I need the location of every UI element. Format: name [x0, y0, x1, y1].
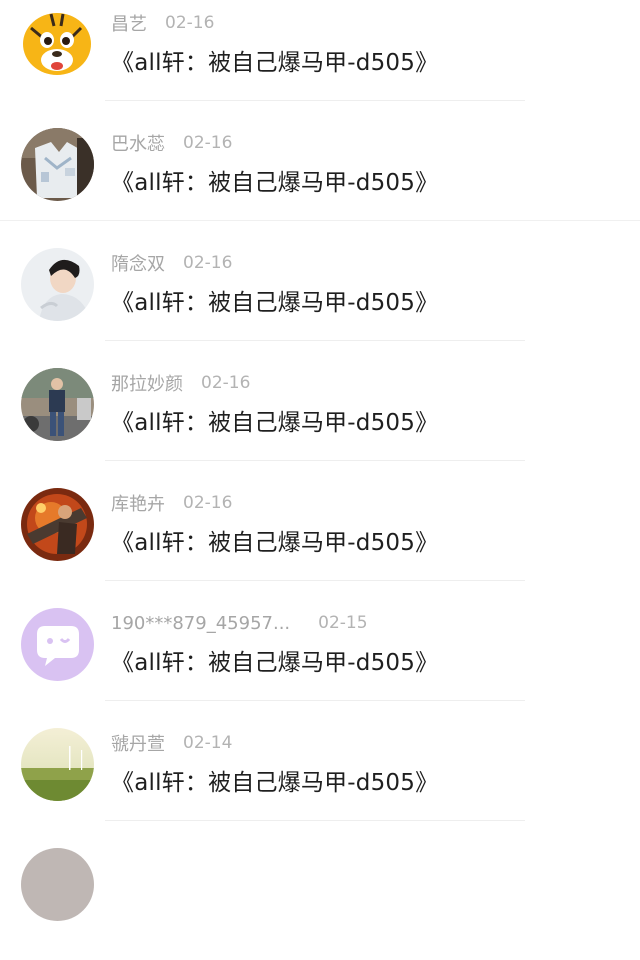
comment-date: 02-16 — [165, 13, 215, 33]
tiger-cartoon-avatar[interactable] — [21, 8, 94, 81]
boy-portrait-avatar[interactable] — [21, 248, 94, 321]
clothes-photo-avatar[interactable] — [21, 128, 94, 201]
comment-meta: 巴水蕊 02-16 — [111, 129, 232, 157]
comment-date: 02-16 — [183, 253, 233, 273]
comment-text[interactable]: 《all轩：被自己爆马甲-d505》 — [111, 283, 438, 317]
comment-meta: 隋念双 02-16 — [111, 249, 232, 277]
comment-meta: 库艳卉 02-16 — [111, 489, 232, 517]
landscape-avatar[interactable] — [21, 728, 94, 801]
comment-text[interactable]: 《all轩：被自己爆马甲-d505》 — [111, 403, 438, 437]
comment-meta: 那拉妙颜 02-16 — [111, 369, 250, 397]
username[interactable]: 那拉妙颜 — [111, 370, 183, 396]
username[interactable]: 虢丹萱 — [111, 730, 165, 756]
comment-date: 02-16 — [201, 373, 251, 393]
comment-text[interactable]: 《all轩：被自己爆马甲-d505》 — [111, 43, 438, 77]
divider — [0, 220, 640, 221]
comment-item[interactable]: 库艳卉 02-16 《all轩：被自己爆马甲-d505》 — [0, 480, 640, 600]
divider — [105, 580, 525, 581]
comment-text[interactable]: 《all轩：被自己爆马甲-d505》 — [111, 763, 438, 797]
divider — [105, 100, 525, 101]
divider — [105, 460, 525, 461]
username[interactable]: 昌艺 — [111, 10, 147, 36]
username[interactable]: 巴水蕊 — [111, 130, 165, 156]
comment-text[interactable]: 《all轩：被自己爆马甲-d505》 — [111, 523, 438, 557]
street-person-avatar[interactable] — [21, 368, 94, 441]
comment-item[interactable]: 190***879_45957... 02-15 《all轩：被自己爆马甲-d5… — [0, 600, 640, 720]
comment-date: 02-15 — [318, 613, 368, 633]
default-chat-avatar[interactable] — [21, 608, 94, 681]
divider — [105, 700, 525, 701]
game-character-avatar[interactable] — [21, 488, 94, 561]
comment-item[interactable]: 隋念双 02-16 《all轩：被自己爆马甲-d505》 — [0, 240, 640, 360]
username[interactable]: 库艳卉 — [111, 490, 165, 516]
comment-item-partial[interactable] — [0, 840, 640, 960]
partial-avatar[interactable] — [21, 848, 94, 921]
comment-item[interactable]: 那拉妙颜 02-16 《all轩：被自己爆马甲-d505》 — [0, 360, 640, 480]
comment-date: 02-16 — [183, 133, 233, 153]
comment-text[interactable]: 《all轩：被自己爆马甲-d505》 — [111, 643, 438, 677]
comment-item[interactable]: 虢丹萱 02-14 《all轩：被自己爆马甲-d505》 — [0, 720, 640, 840]
comment-text[interactable]: 《all轩：被自己爆马甲-d505》 — [111, 163, 438, 197]
comment-date: 02-14 — [183, 733, 233, 753]
comment-item[interactable]: 巴水蕊 02-16 《all轩：被自己爆马甲-d505》 — [0, 120, 640, 240]
divider — [105, 820, 525, 821]
comment-meta: 昌艺 02-16 — [111, 9, 214, 37]
username[interactable]: 190***879_45957... — [111, 613, 290, 634]
comment-item[interactable]: 昌艺 02-16 《all轩：被自己爆马甲-d505》 — [0, 0, 640, 120]
divider — [105, 340, 525, 341]
comment-meta: 190***879_45957... 02-15 — [111, 609, 368, 637]
comment-date: 02-16 — [183, 493, 233, 513]
username[interactable]: 隋念双 — [111, 250, 165, 276]
comment-meta: 虢丹萱 02-14 — [111, 729, 232, 757]
